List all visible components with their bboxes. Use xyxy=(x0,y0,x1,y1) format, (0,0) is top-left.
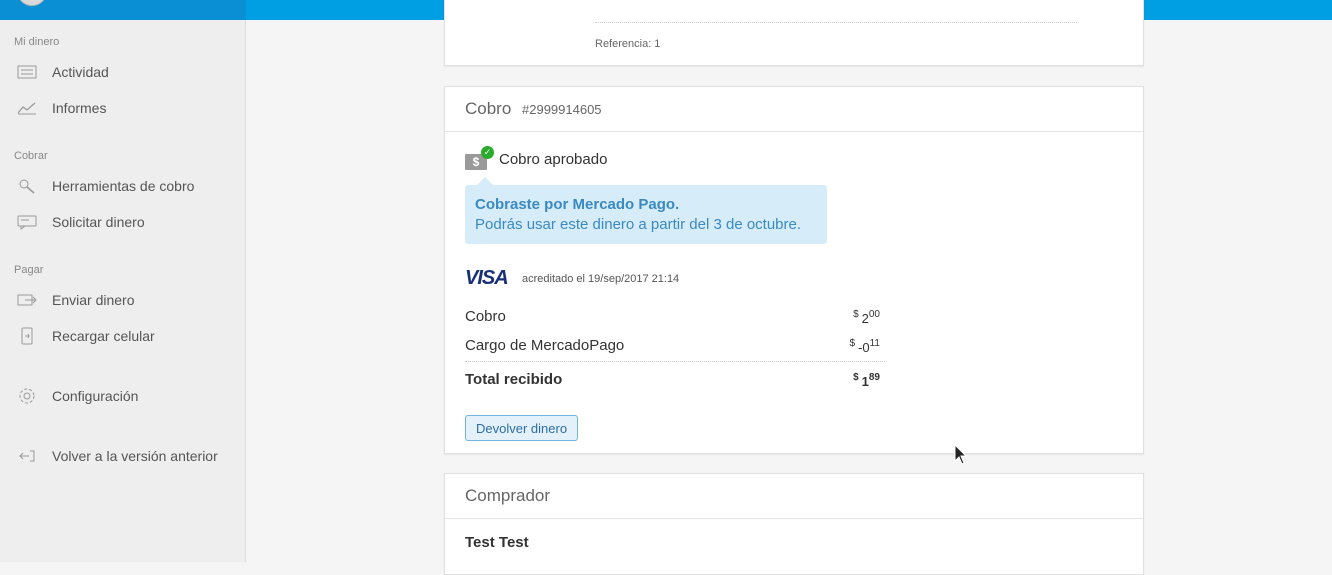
buyer-name: Test Test xyxy=(465,534,529,551)
sidebar-item-label: Enviar dinero xyxy=(52,292,135,308)
sidebar-item-herramientas-de-cobro[interactable]: Herramientas de cobro xyxy=(0,172,245,200)
phone-recharge-icon xyxy=(17,327,37,345)
sidebar-item-enviar-dinero[interactable]: Enviar dinero xyxy=(0,286,245,314)
sidebar-item-informes[interactable]: Informes xyxy=(0,94,245,122)
info-subtitle: Podrás usar este dinero a partir del 3 d… xyxy=(475,216,802,233)
top-bar-user-area xyxy=(0,0,246,20)
buyer-card: Comprador Test Test xyxy=(444,473,1144,575)
reports-chart-icon xyxy=(17,100,37,116)
row-amount-cargo: $ -011 xyxy=(849,338,880,355)
currency-symbol: $ xyxy=(853,309,859,320)
sidebar-item-label: Herramientas de cobro xyxy=(52,178,195,194)
sidebar-item-volver-version-anterior[interactable]: Volver a la versión anterior xyxy=(0,442,245,470)
info-title: Cobraste por Mercado Pago. xyxy=(475,196,680,213)
row-label-cobro: Cobro xyxy=(465,308,506,325)
sidebar-item-label: Configuración xyxy=(52,388,139,404)
row-label-cargo: Cargo de MercadoPago xyxy=(465,337,625,354)
currency-symbol: $ xyxy=(853,372,859,383)
payment-card-header: Cobro #2999914605 xyxy=(445,87,1143,132)
credited-date: acreditado el 19/sep/2017 21:14 xyxy=(522,273,680,285)
sidebar-item-label: Solicitar dinero xyxy=(52,214,145,230)
visa-logo-icon: VISA xyxy=(465,267,509,289)
amount-cents: 00 xyxy=(868,309,880,320)
sidebar-item-label: Recargar celular xyxy=(52,328,155,344)
sidebar-section-pagar: Pagar xyxy=(14,264,44,276)
payment-id: #2999914605 xyxy=(522,102,602,117)
request-money-icon xyxy=(17,214,37,230)
activity-list-icon xyxy=(17,64,37,80)
payment-card: Cobro #2999914605 $ ✓ Cobro aprobado Cob… xyxy=(444,86,1144,454)
send-money-icon xyxy=(17,292,37,308)
amount-cents: 11 xyxy=(869,338,880,349)
sidebar-item-solicitar-dinero[interactable]: Solicitar dinero xyxy=(0,208,245,236)
previous-card: Referencia: 1 xyxy=(444,0,1144,66)
sidebar-item-actividad[interactable]: Actividad xyxy=(0,58,245,86)
amount-whole: 2 xyxy=(861,311,869,326)
reference-text: Referencia: 1 xyxy=(595,38,661,50)
divider xyxy=(465,361,885,362)
payment-card-title: Cobro xyxy=(465,99,512,118)
row-amount-cobro: $200 xyxy=(853,309,880,326)
charge-tools-icon xyxy=(17,178,37,194)
row-amount-total: $189 xyxy=(853,372,880,389)
sidebar-section-cobrar: Cobrar xyxy=(14,150,48,162)
avatar[interactable] xyxy=(17,0,47,6)
sidebar-item-recargar-celular[interactable]: Recargar celular xyxy=(0,322,245,350)
sidebar: Mi dinero Actividad Informes Cobrar Herr… xyxy=(0,20,246,562)
check-icon: ✓ xyxy=(481,146,494,159)
amount-whole: 1 xyxy=(861,374,869,389)
sidebar-item-label: Actividad xyxy=(52,64,109,80)
row-label-total: Total recibido xyxy=(465,371,563,388)
sidebar-item-label: Informes xyxy=(52,100,107,116)
currency-symbol: $ xyxy=(849,338,856,349)
amount-cents: 89 xyxy=(868,372,880,383)
sidebar-section-mi-dinero: Mi dinero xyxy=(14,36,60,48)
info-box: Cobraste por Mercado Pago. Podrás usar e… xyxy=(465,177,827,244)
back-arrow-icon xyxy=(17,448,37,464)
amount-whole: -0 xyxy=(858,340,870,355)
buyer-card-header: Comprador xyxy=(445,474,1143,519)
payment-status: Cobro aprobado xyxy=(499,151,608,168)
gear-icon xyxy=(17,388,37,404)
refund-button[interactable]: Devolver dinero xyxy=(465,415,579,441)
sidebar-item-label: Volver a la versión anterior xyxy=(52,448,218,464)
divider xyxy=(595,22,1077,23)
buyer-card-title: Comprador xyxy=(465,486,551,505)
sidebar-item-configuracion[interactable]: Configuración xyxy=(0,382,245,410)
